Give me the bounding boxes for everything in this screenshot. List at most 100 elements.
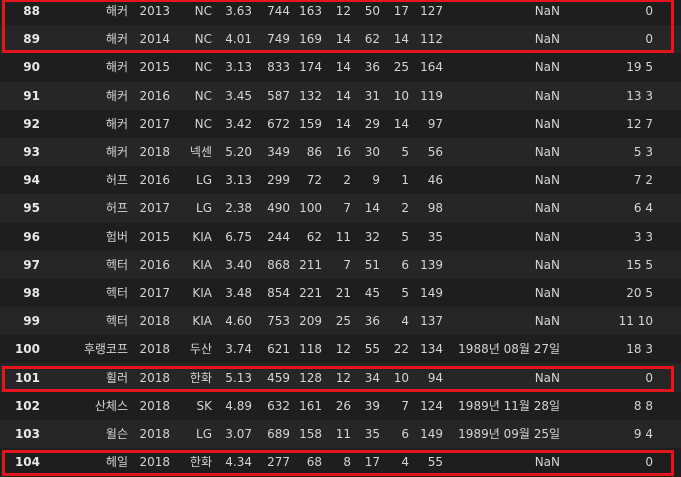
birthdate-cell: 1989년 11월 28일 (443, 391, 586, 420)
table-row: 95 허프 2017 LG 2.38 490 100 7 14 2 98 NaN 6 4 (0, 194, 681, 223)
last-value-cell: 8 8 (586, 391, 681, 420)
table-row: 101 휠러 2018 한화 5.13 459 128 12 34 10 94 NaN 0 (0, 363, 681, 392)
value-cell: 11 (322, 222, 351, 251)
team-cell: 한화 (170, 363, 212, 392)
table-row: 94 허프 2016 LG 3.13 299 72 2 9 1 46 NaN 7 2 (0, 166, 681, 195)
team-cell: KIA (170, 222, 212, 251)
row-index: 97 (0, 250, 50, 279)
era-cell: 2.38 (212, 194, 252, 223)
name-cell: 해커 (50, 137, 128, 167)
row-index: 92 (0, 109, 50, 138)
value-cell: 86 (290, 137, 322, 167)
year-cell: 2017 (128, 194, 170, 223)
value-cell: 100 (290, 194, 322, 223)
table-row: 93 해커 2018 넥센 5.20 349 86 16 30 5 56 NaN 5 3 (0, 137, 681, 167)
table-row: 102 산체스 2018 SK 4.89 632 161 26 39 7 124 1989년 11월 … (0, 391, 681, 420)
table-row: 90 해커 2015 NC 3.13 833 174 14 36 25 164 NaN 19 5 (0, 53, 681, 82)
era-cell: 3.45 (212, 81, 252, 110)
birthdate-cell: NaN (443, 363, 586, 392)
value-cell: 94 (409, 363, 443, 392)
last-value-cell: 0 (586, 448, 681, 477)
value-cell: 2 (380, 194, 409, 223)
birthdate-cell: 1988년 08월 27일 (443, 335, 586, 364)
team-cell: LG (170, 166, 212, 195)
value-cell: 97 (409, 109, 443, 138)
name-cell: 헥터 (50, 278, 128, 308)
table-body: 88 해커 2013 NC 3.63 744 163 12 50 17 127 NaN 0 89 해커 201… (0, 0, 681, 477)
value-cell: 672 (252, 109, 290, 138)
name-cell: 헤일 (50, 448, 128, 477)
last-value-cell: 15 5 (586, 250, 681, 279)
name-cell: 해커 (50, 81, 128, 110)
value-cell: 587 (252, 81, 290, 110)
era-cell: 4.34 (212, 448, 252, 477)
value-cell: 5 (380, 137, 409, 167)
row-index: 96 (0, 222, 50, 251)
team-cell: KIA (170, 278, 212, 308)
table-row: 97 헥터 2016 KIA 3.40 868 211 7 51 6 139 NaN 15 5 (0, 250, 681, 279)
name-cell: 해커 (50, 109, 128, 138)
era-cell: 3.63 (212, 0, 252, 26)
table-row: 104 헤일 2018 한화 4.34 277 68 8 17 4 55 NaN 0 (0, 448, 681, 477)
value-cell: 124 (409, 391, 443, 420)
value-cell: 868 (252, 250, 290, 279)
value-cell: 277 (252, 448, 290, 477)
birthdate-cell: NaN (443, 278, 586, 308)
value-cell: 12 (322, 335, 351, 364)
team-cell: NC (170, 53, 212, 82)
value-cell: 2 (322, 166, 351, 195)
value-cell: 9 (351, 166, 380, 195)
birthdate-cell: 1989년 09월 25일 (443, 419, 586, 448)
row-index: 99 (0, 307, 50, 336)
team-cell: SK (170, 391, 212, 420)
team-cell: 두산 (170, 335, 212, 364)
era-cell: 3.13 (212, 53, 252, 82)
value-cell: 632 (252, 391, 290, 420)
era-cell: 5.13 (212, 363, 252, 392)
last-value-cell: 20 5 (586, 278, 681, 308)
last-value-cell: 0 (586, 0, 681, 26)
value-cell: 14 (380, 25, 409, 54)
year-cell: 2017 (128, 278, 170, 308)
last-value-cell: 9 4 (586, 419, 681, 448)
value-cell: 72 (290, 166, 322, 195)
era-cell: 4.89 (212, 391, 252, 420)
value-cell: 50 (351, 0, 380, 26)
era-cell: 3.42 (212, 109, 252, 138)
value-cell: 128 (290, 363, 322, 392)
table-row: 91 해커 2016 NC 3.45 587 132 14 31 10 119 NaN 13 3 (0, 81, 681, 110)
era-cell: 4.01 (212, 25, 252, 54)
name-cell: 헥터 (50, 307, 128, 336)
value-cell: 134 (409, 335, 443, 364)
row-index: 95 (0, 194, 50, 223)
birthdate-cell: NaN (443, 222, 586, 251)
value-cell: 137 (409, 307, 443, 336)
birthdate-cell: NaN (443, 448, 586, 477)
value-cell: 55 (351, 335, 380, 364)
value-cell: 174 (290, 53, 322, 82)
value-cell: 17 (380, 0, 409, 26)
value-cell: 7 (322, 250, 351, 279)
value-cell: 164 (409, 53, 443, 82)
year-cell: 2018 (128, 335, 170, 364)
row-index: 102 (0, 391, 50, 420)
row-index: 89 (0, 25, 50, 54)
value-cell: 169 (290, 25, 322, 54)
name-cell: 산체스 (50, 391, 128, 420)
birthdate-cell: NaN (443, 0, 586, 26)
dataframe-table: 88 해커 2013 NC 3.63 744 163 12 50 17 127 NaN 0 89 해커 201… (0, 0, 681, 477)
value-cell: 30 (351, 137, 380, 167)
table-row: 99 헥터 2018 KIA 4.60 753 209 25 36 4 137 NaN 11 10 (0, 307, 681, 336)
team-cell: LG (170, 194, 212, 223)
value-cell: 749 (252, 25, 290, 54)
birthdate-cell: NaN (443, 166, 586, 195)
value-cell: 744 (252, 0, 290, 26)
birthdate-cell: NaN (443, 109, 586, 138)
value-cell: 25 (380, 53, 409, 82)
value-cell: 14 (351, 194, 380, 223)
value-cell: 22 (380, 335, 409, 364)
value-cell: 5 (380, 278, 409, 308)
row-index: 98 (0, 278, 50, 308)
birthdate-cell: NaN (443, 81, 586, 110)
value-cell: 55 (409, 448, 443, 477)
